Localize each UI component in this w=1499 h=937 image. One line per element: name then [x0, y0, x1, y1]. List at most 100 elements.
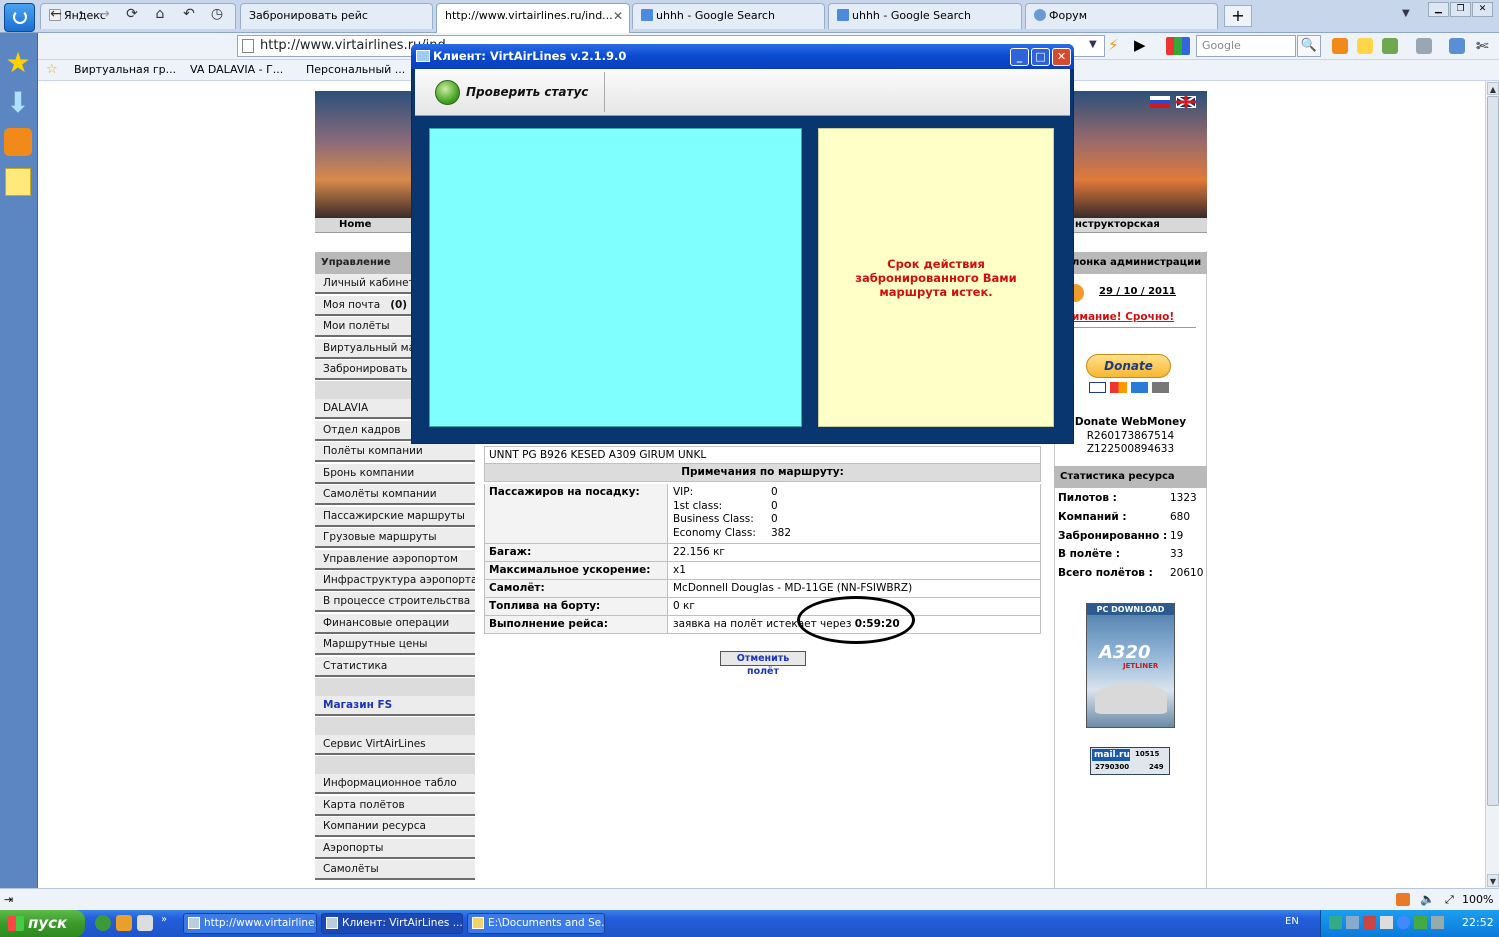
wrench-icon[interactable]: ✄: [1476, 37, 1489, 55]
sidebar-toggle-icon[interactable]: ⇥: [4, 889, 13, 910]
cancel-flight-button[interactable]: Отменить полёт: [720, 651, 806, 677]
scroll-thumb[interactable]: [1487, 96, 1499, 806]
task-browser[interactable]: http://www.virtairline...: [183, 913, 317, 934]
maximize-icon[interactable]: □: [1031, 48, 1050, 66]
menu-construction[interactable]: В процессе строительства: [315, 592, 475, 612]
search-icon[interactable]: 🔍: [1297, 35, 1321, 57]
menu-home[interactable]: Home: [339, 218, 371, 232]
flag-ru-icon[interactable]: [1150, 96, 1170, 108]
menu-flight-map[interactable]: Карта полётов: [315, 796, 475, 816]
tab-forum[interactable]: Форум: [1025, 3, 1218, 29]
reload-icon[interactable]: ⟳: [121, 4, 143, 24]
new-tab-button[interactable]: +: [1224, 5, 1252, 27]
clock-icon[interactable]: ◷: [206, 4, 228, 24]
speaker-icon[interactable]: 🔈: [1420, 889, 1435, 910]
menu-route-prices[interactable]: Маршрутные цены: [315, 635, 475, 655]
donate-button[interactable]: Donate: [1086, 354, 1171, 378]
tab-google-1[interactable]: uhhh - Google Search: [632, 3, 825, 29]
clock[interactable]: 22:52: [1462, 910, 1494, 936]
rss-icon[interactable]: [4, 128, 32, 156]
undo-icon[interactable]: ↶: [178, 4, 200, 24]
forward-icon[interactable]: →: [93, 4, 115, 24]
tray-icon[interactable]: [1431, 916, 1444, 929]
bookmark-item[interactable]: Персональный ...: [306, 60, 405, 80]
bookmark-star-icon[interactable]: ☆: [46, 60, 58, 80]
close-icon[interactable]: ✕: [1472, 2, 1493, 17]
history-dropdown-icon[interactable]: •: [70, 4, 92, 24]
home-icon[interactable]: ⌂: [149, 4, 171, 24]
rss-icon[interactable]: [1332, 38, 1348, 54]
menu-pax-routes[interactable]: Пассажирские маршруты: [315, 507, 475, 527]
scroll-down-icon[interactable]: ▼: [1487, 874, 1499, 887]
tray-icon[interactable]: [1414, 916, 1427, 929]
bookmark-item[interactable]: Виртуальная гр...: [74, 60, 176, 80]
tray-icon[interactable]: [1397, 916, 1410, 929]
addons-icon[interactable]: [1382, 38, 1398, 54]
chevron-icon[interactable]: »: [161, 914, 167, 925]
tab-google-2[interactable]: uhhh - Google Search: [828, 3, 1022, 29]
minimize-icon[interactable]: _: [1010, 48, 1029, 66]
menu-service[interactable]: Сервис VirtAirLines: [315, 735, 475, 755]
menu-company-flights[interactable]: Полёты компании: [315, 442, 475, 462]
menu-statistics[interactable]: Статистика: [315, 657, 475, 677]
lightning-icon[interactable]: ⚡: [1108, 36, 1119, 54]
tray-icon[interactable]: [1329, 916, 1342, 929]
close-icon[interactable]: ✕: [1052, 48, 1071, 66]
menu-airports[interactable]: Аэропорты: [315, 839, 475, 859]
task-explorer[interactable]: E:\Documents and Se...: [467, 913, 605, 934]
quicklaunch-icon[interactable]: [116, 915, 132, 931]
scroll-up-icon[interactable]: ▲: [1487, 82, 1499, 95]
download-icon[interactable]: ⬇: [3, 88, 33, 118]
menu-companies[interactable]: Компании ресурса: [315, 817, 475, 837]
mail-count: (0): [390, 299, 408, 311]
zoom-level[interactable]: 100%: [1462, 889, 1493, 910]
go-icon[interactable]: ▶: [1134, 36, 1146, 54]
tab-book-flight[interactable]: Забронировать рейс: [240, 3, 433, 29]
menu-info-board[interactable]: Информационное табло: [315, 774, 475, 794]
speaker-icon[interactable]: [1380, 916, 1393, 929]
urgent-link[interactable]: имание! Срочно!: [1072, 311, 1174, 323]
minimize-icon[interactable]: ▁: [1428, 2, 1449, 17]
check-status-button[interactable]: Проверить статус: [466, 85, 588, 99]
news-date[interactable]: 29 / 10 / 2011: [1099, 286, 1176, 297]
tray-icon[interactable]: [1363, 916, 1376, 929]
notes-icon[interactable]: [1357, 38, 1373, 54]
menu-airport-infra[interactable]: Инфраструктура аэропорта: [315, 571, 475, 591]
task-client[interactable]: Клиент: VirtAirLines ...: [321, 913, 463, 934]
close-icon[interactable]: ✕: [613, 4, 623, 28]
menu-company-booking[interactable]: Бронь компании: [315, 464, 475, 484]
url-dropdown-icon[interactable]: ▼: [1089, 39, 1097, 50]
menu-cargo-routes[interactable]: Грузовые маршруты: [315, 528, 475, 548]
menu-fs-shop[interactable]: Магазин FS: [315, 696, 475, 716]
notes-icon[interactable]: [5, 168, 31, 196]
tab-virtairlines[interactable]: http://www.virtairlines.ru/ind... ✕: [436, 3, 630, 33]
google-icon[interactable]: [1166, 37, 1190, 55]
restore-icon[interactable]: ❐: [1450, 2, 1471, 17]
a320-ad-banner[interactable]: PC DOWNLOAD A320 JETLINER: [1086, 603, 1175, 728]
star-icon[interactable]: ★: [3, 48, 33, 78]
dialog-title[interactable]: Клиент: VirtAirLines v.2.1.9.0: [411, 44, 1074, 69]
network-icon[interactable]: [1346, 916, 1359, 929]
language-indicator[interactable]: EN: [1285, 916, 1299, 927]
flag-uk-icon[interactable]: [1176, 96, 1196, 108]
bookmark-item[interactable]: VA DALAVIA - Г...: [190, 60, 283, 80]
menu-airport-mgmt[interactable]: Управление аэропортом: [315, 550, 475, 570]
menu-aircraft[interactable]: Самолёты: [315, 860, 475, 880]
mailru-counter[interactable]: mail.ru 10515 2790300 249: [1090, 747, 1170, 775]
refresh-status-icon[interactable]: [435, 80, 460, 105]
menu-finance[interactable]: Финансовые операции: [315, 614, 475, 634]
screenshot-icon[interactable]: [1416, 38, 1432, 54]
back-icon[interactable]: ←: [45, 4, 67, 24]
start-button[interactable]: пуск: [0, 910, 85, 937]
menu-instructor[interactable]: нструкторская: [1075, 218, 1160, 232]
addon-icon[interactable]: [1396, 893, 1410, 906]
zoom-icon[interactable]: ⤢: [1445, 889, 1454, 910]
tab-list-icon[interactable]: ▼: [1402, 8, 1410, 19]
vertical-scrollbar[interactable]: ▲ ▼: [1485, 81, 1499, 888]
sync-icon[interactable]: [1449, 38, 1465, 54]
search-input[interactable]: Google: [1196, 35, 1296, 57]
quicklaunch-icon[interactable]: [137, 915, 153, 931]
quicklaunch-icon[interactable]: [95, 915, 111, 931]
browser-menu-button[interactable]: [4, 3, 35, 32]
menu-company-aircraft[interactable]: Самолёты компании: [315, 485, 475, 505]
